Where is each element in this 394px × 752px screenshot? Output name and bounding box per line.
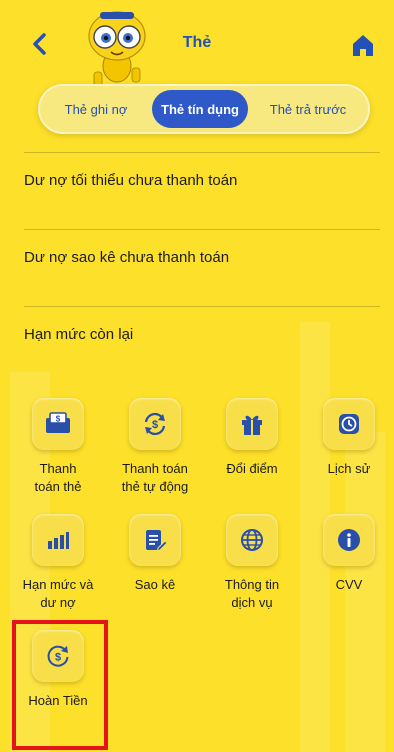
card-payment-icon: $ [32, 398, 84, 450]
svg-text:$: $ [56, 415, 61, 424]
clock-icon [323, 398, 375, 450]
redeem-points-button[interactable]: Đổi điểm [204, 398, 300, 478]
cashback-label: Hoàn Tiền [28, 693, 88, 708]
cvv-label: CVV [335, 577, 363, 592]
divider [24, 229, 380, 230]
auto-payment-button[interactable]: $ Thanh toán thẻ tự động [107, 398, 203, 496]
auto-payment-label: Thanh toán thẻ tự động [121, 461, 189, 494]
svg-text:$: $ [55, 652, 61, 664]
divider [24, 306, 380, 307]
divider [24, 152, 380, 153]
tab-prepaid-card[interactable]: Thẻ trả trước [252, 90, 364, 128]
globe-icon [226, 514, 278, 566]
min-debt-label: Dư nợ tối thiểu chưa thanh toán [24, 172, 238, 189]
history-button[interactable]: Lịch sử [301, 398, 394, 478]
statement-debt-label: Dư nợ sao kê chưa thanh toán [24, 249, 230, 266]
bar-chart-icon [32, 514, 84, 566]
auto-payment-icon: $ [129, 398, 181, 450]
history-label: Lịch sử [327, 461, 371, 476]
statement-button[interactable]: Sao kê [107, 514, 203, 594]
statement-icon [129, 514, 181, 566]
service-info-label: Thông tin dịch vụ [224, 577, 280, 610]
cashback-icon: $ [32, 630, 84, 682]
header: Thẻ [0, 0, 394, 87]
limit-debt-label: Hạn mức và dư nợ [22, 577, 94, 610]
card-payment-label: Thanh toán thẻ [34, 461, 82, 494]
gift-icon [226, 398, 278, 450]
page-title: Thẻ [182, 34, 212, 51]
tab-credit-card[interactable]: Thẻ tín dụng [152, 90, 248, 128]
card-payment-button[interactable]: $ Thanh toán thẻ [10, 398, 106, 496]
cvv-button[interactable]: CVV [301, 514, 394, 594]
redeem-points-label: Đổi điểm [226, 461, 278, 476]
info-icon [323, 514, 375, 566]
remaining-limit-label: Hạn mức còn lại [24, 326, 134, 343]
statement-label: Sao kê [134, 577, 176, 592]
cashback-button[interactable]: $ Hoàn Tiền [10, 630, 106, 710]
service-info-button[interactable]: Thông tin dịch vụ [204, 514, 300, 612]
card-type-tabs: Thẻ ghi nợ Thẻ tín dụng Thẻ trả trước [38, 84, 370, 134]
tab-debit-card[interactable]: Thẻ ghi nợ [44, 90, 148, 128]
home-icon[interactable] [350, 32, 376, 58]
limit-debt-button[interactable]: Hạn mức và dư nợ [10, 514, 106, 612]
svg-text:$: $ [152, 419, 158, 431]
